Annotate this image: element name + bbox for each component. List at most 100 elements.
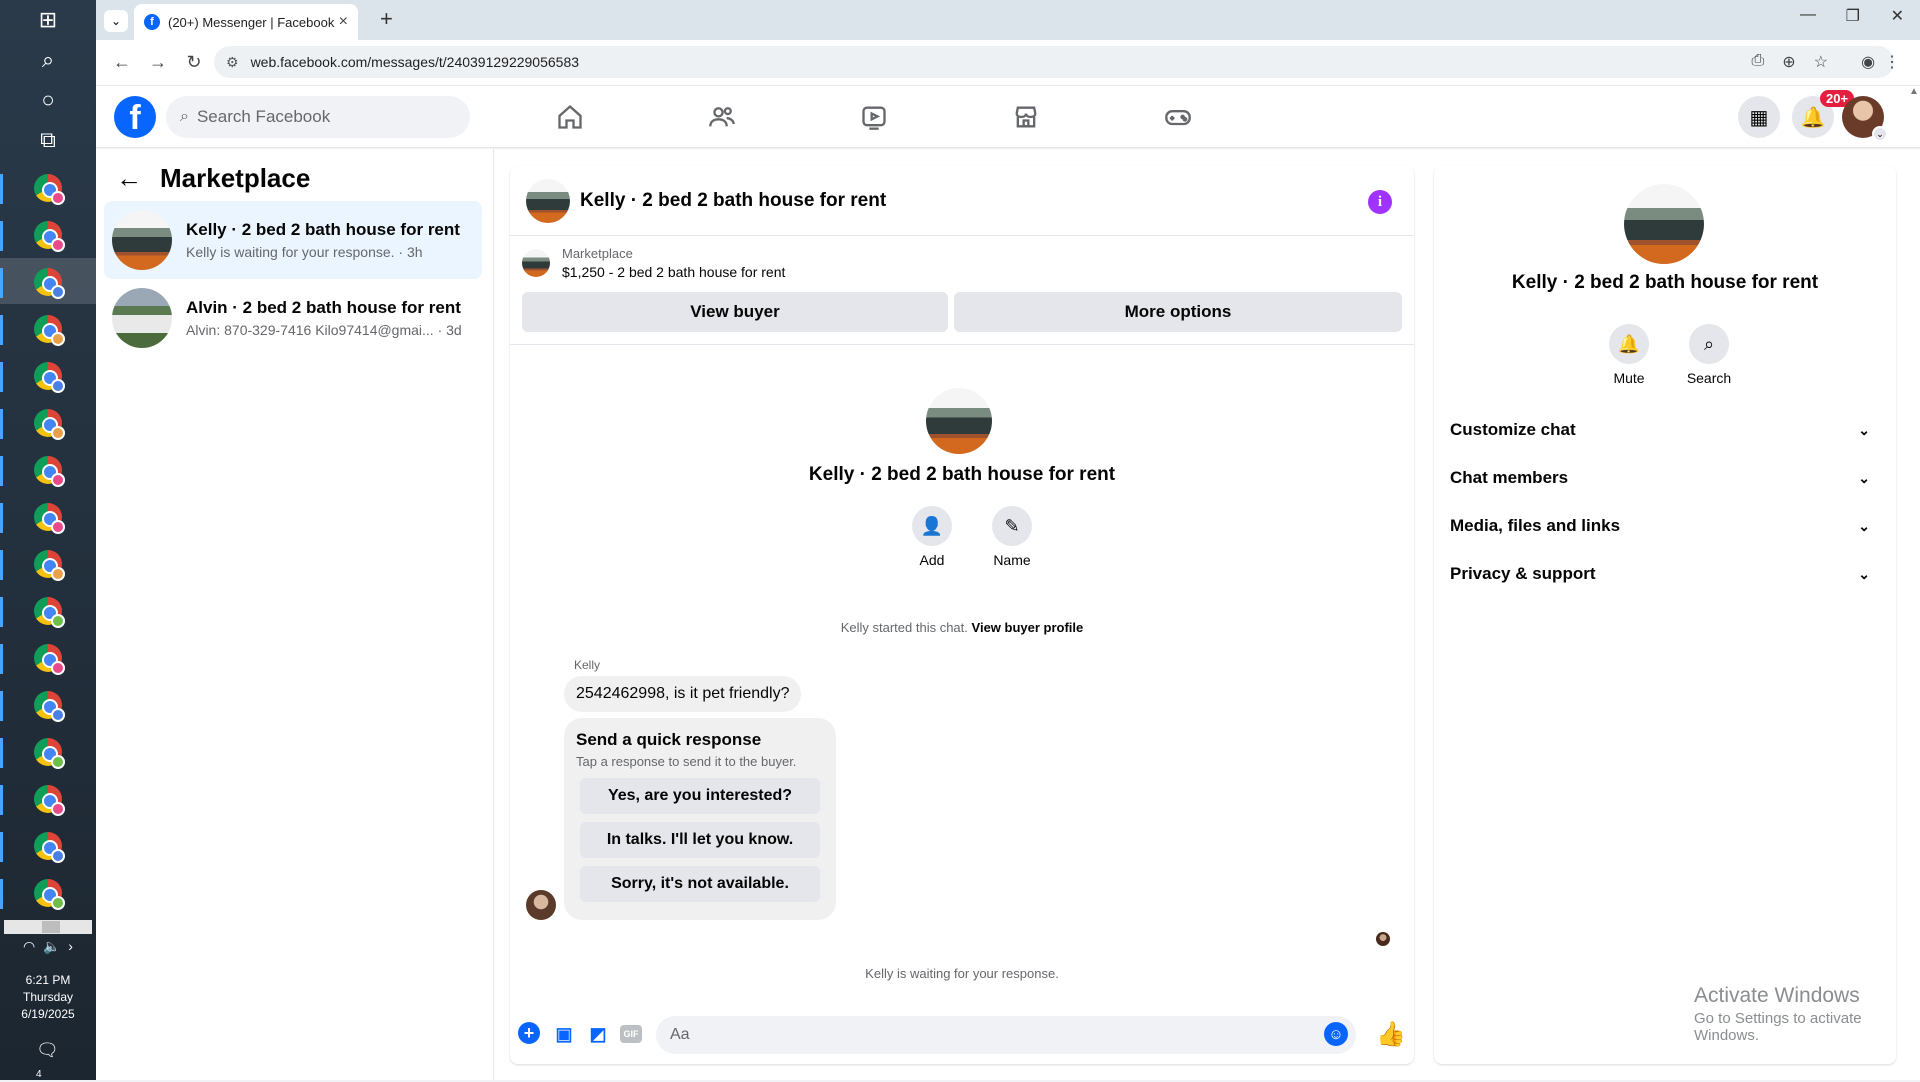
chat-avatar[interactable]	[526, 178, 570, 223]
search-icon[interactable]: ⌕	[30, 42, 66, 78]
chrome-icon[interactable]	[34, 174, 65, 205]
notification-count: 4	[36, 1069, 42, 1080]
close-icon[interactable]: ×	[339, 13, 348, 31]
volume-icon[interactable]: 🔈	[43, 938, 60, 954]
install-app-icon[interactable]: ⎙	[1751, 52, 1764, 72]
message-sender: Kelly	[574, 658, 601, 672]
chrome-icon[interactable]	[34, 550, 65, 581]
address-bar[interactable]: ⚙ web.facebook.com/messages/t/2403912922…	[214, 46, 1894, 78]
page-scrollbar[interactable]: ▲	[1908, 86, 1920, 1080]
quick-response-button[interactable]: Yes, are you interested?	[580, 778, 820, 814]
site-info-icon[interactable]: ⚙	[226, 54, 239, 71]
chrome-icon[interactable]	[34, 832, 65, 863]
gaming-icon[interactable]	[1160, 100, 1196, 134]
facebook-search[interactable]: ⌕	[166, 96, 470, 138]
home-icon[interactable]	[552, 100, 588, 134]
chrome-icon[interactable]	[34, 738, 65, 769]
window-close-button[interactable]: ✕	[1891, 6, 1904, 26]
menu-grid-icon[interactable]: ▦	[1738, 96, 1780, 138]
listing-summary[interactable]: Marketplace $1,250 - 2 bed 2 bath house …	[522, 246, 785, 280]
system-tray[interactable]: ◠ 🔈 ›	[0, 938, 96, 955]
restore-button[interactable]: ❐	[1846, 6, 1860, 26]
marketplace-icon[interactable]	[1008, 100, 1044, 134]
scroll-thumb[interactable]	[42, 921, 60, 933]
chrome-icon[interactable]	[34, 409, 65, 440]
accordion-media-files-links[interactable]: Media, files and links ⌄	[1450, 504, 1880, 548]
quick-response-button[interactable]: In talks. I'll let you know.	[580, 822, 820, 858]
forward-button[interactable]: →	[140, 45, 176, 81]
view-buyer-profile-link[interactable]: View buyer profile	[972, 620, 1084, 635]
wifi-icon[interactable]: ◠	[23, 938, 35, 954]
sticker-icon[interactable]: ◩	[586, 1022, 610, 1046]
chrome-icon[interactable]	[34, 879, 65, 910]
back-arrow-icon[interactable]: ←	[116, 163, 142, 194]
chevron-down-icon: ⌄	[1858, 565, 1870, 582]
conversation-item-kelly[interactable]: Kelly · 2 bed 2 bath house for rent Kell…	[104, 201, 482, 279]
gif-icon[interactable]: GIF	[620, 1025, 642, 1043]
accordion-chat-members[interactable]: Chat members ⌄	[1450, 456, 1880, 500]
cortana-icon[interactable]: ○	[30, 82, 66, 118]
waiting-notice: Kelly is waiting for your response.	[865, 966, 1059, 981]
video-icon[interactable]	[856, 100, 892, 134]
chat-title[interactable]: Kelly · 2 bed 2 bath house for rent	[580, 190, 886, 212]
chrome-icon[interactable]	[34, 362, 65, 393]
tab-title: (20+) Messenger | Facebook	[168, 14, 335, 30]
browser-tab-messenger[interactable]: f (20+) Messenger | Facebook ×	[134, 4, 358, 40]
address-bar-actions: ⎙ ⊕ ☆	[1751, 52, 1828, 72]
chrome-icon[interactable]	[34, 221, 65, 252]
taskbar-scrollbar[interactable]	[4, 920, 92, 934]
mute-button[interactable]: 🔔 Mute	[1594, 324, 1664, 386]
quick-response-button[interactable]: Sorry, it's not available.	[580, 866, 820, 902]
accordion-customize-chat[interactable]: Customize chat ⌄	[1450, 408, 1880, 452]
accordion-privacy-support[interactable]: Privacy & support ⌄	[1450, 552, 1880, 596]
emoji-icon[interactable]: ☺	[1324, 1022, 1348, 1046]
tab-search-button[interactable]: ⌄	[104, 10, 128, 32]
reload-button[interactable]: ↻	[176, 45, 212, 81]
incoming-message[interactable]: 2542462998, is it pet friendly?	[564, 676, 802, 712]
chrome-icon[interactable]	[34, 268, 65, 299]
chrome-icon[interactable]	[34, 785, 65, 816]
chrome-icon[interactable]	[34, 691, 65, 722]
facebook-favicon-icon: f	[144, 14, 160, 30]
new-tab-button[interactable]: +	[380, 6, 393, 32]
sender-avatar[interactable]	[526, 890, 556, 920]
taskbar-running-indicator	[0, 456, 3, 486]
taskbar-running-indicator	[0, 315, 3, 345]
conversation-item-alvin[interactable]: Alvin · 2 bed 2 bath house for rent Alvi…	[104, 279, 482, 357]
quick-response-subtitle: Tap a response to send it to the buyer.	[576, 754, 797, 769]
friends-icon[interactable]	[704, 100, 740, 134]
account-avatar[interactable]: ⌄	[1842, 96, 1888, 142]
zoom-icon[interactable]: ⊕	[1782, 52, 1795, 72]
message-composer: + ▣ ◩ GIF ☺ 👍	[510, 1012, 1414, 1056]
message-input[interactable]	[656, 1016, 1356, 1054]
windows-start-icon[interactable]: ⊞	[30, 2, 66, 38]
facebook-logo[interactable]: f	[114, 96, 156, 138]
scroll-up-icon[interactable]: ▲	[1908, 86, 1920, 97]
taskbar-clock[interactable]: 6:21 PM Thursday 6/19/2025	[0, 972, 96, 1023]
back-button[interactable]: ←	[104, 45, 140, 81]
add-people-button[interactable]: 👤 Add	[892, 506, 972, 568]
chrome-icon[interactable]	[34, 503, 65, 534]
chrome-profile-icon[interactable]: ◉ ⋮	[1861, 52, 1900, 72]
thumbs-up-icon[interactable]: 👍	[1376, 1020, 1406, 1049]
task-view-icon[interactable]: ⧉	[30, 122, 66, 158]
notification-center-icon[interactable]: 🗨4	[36, 1040, 60, 1080]
search-in-chat-button[interactable]: ⌕ Search	[1674, 324, 1744, 386]
photo-icon[interactable]: ▣	[552, 1022, 576, 1046]
minimize-button[interactable]: —	[1800, 6, 1816, 24]
chrome-icon[interactable]	[34, 456, 65, 487]
plus-icon[interactable]: +	[518, 1022, 540, 1044]
bookmark-star-icon[interactable]: ☆	[1814, 52, 1828, 72]
taskbar-running-indicator	[0, 597, 3, 627]
rename-chat-button[interactable]: ✎ Name	[972, 506, 1052, 568]
chrome-icon[interactable]	[34, 597, 65, 628]
chrome-icon[interactable]	[34, 644, 65, 675]
view-buyer-button[interactable]: View buyer	[522, 292, 948, 332]
facebook-search-input[interactable]	[196, 107, 437, 127]
chrome-icon[interactable]	[34, 315, 65, 346]
more-options-button[interactable]: More options	[954, 292, 1402, 332]
chevron-right-icon[interactable]: ›	[68, 938, 73, 954]
clock-date: 6/19/2025	[21, 1007, 75, 1021]
conversation-title: Alvin · 2 bed 2 bath house for rent	[186, 298, 461, 317]
info-icon[interactable]: i	[1368, 190, 1392, 214]
